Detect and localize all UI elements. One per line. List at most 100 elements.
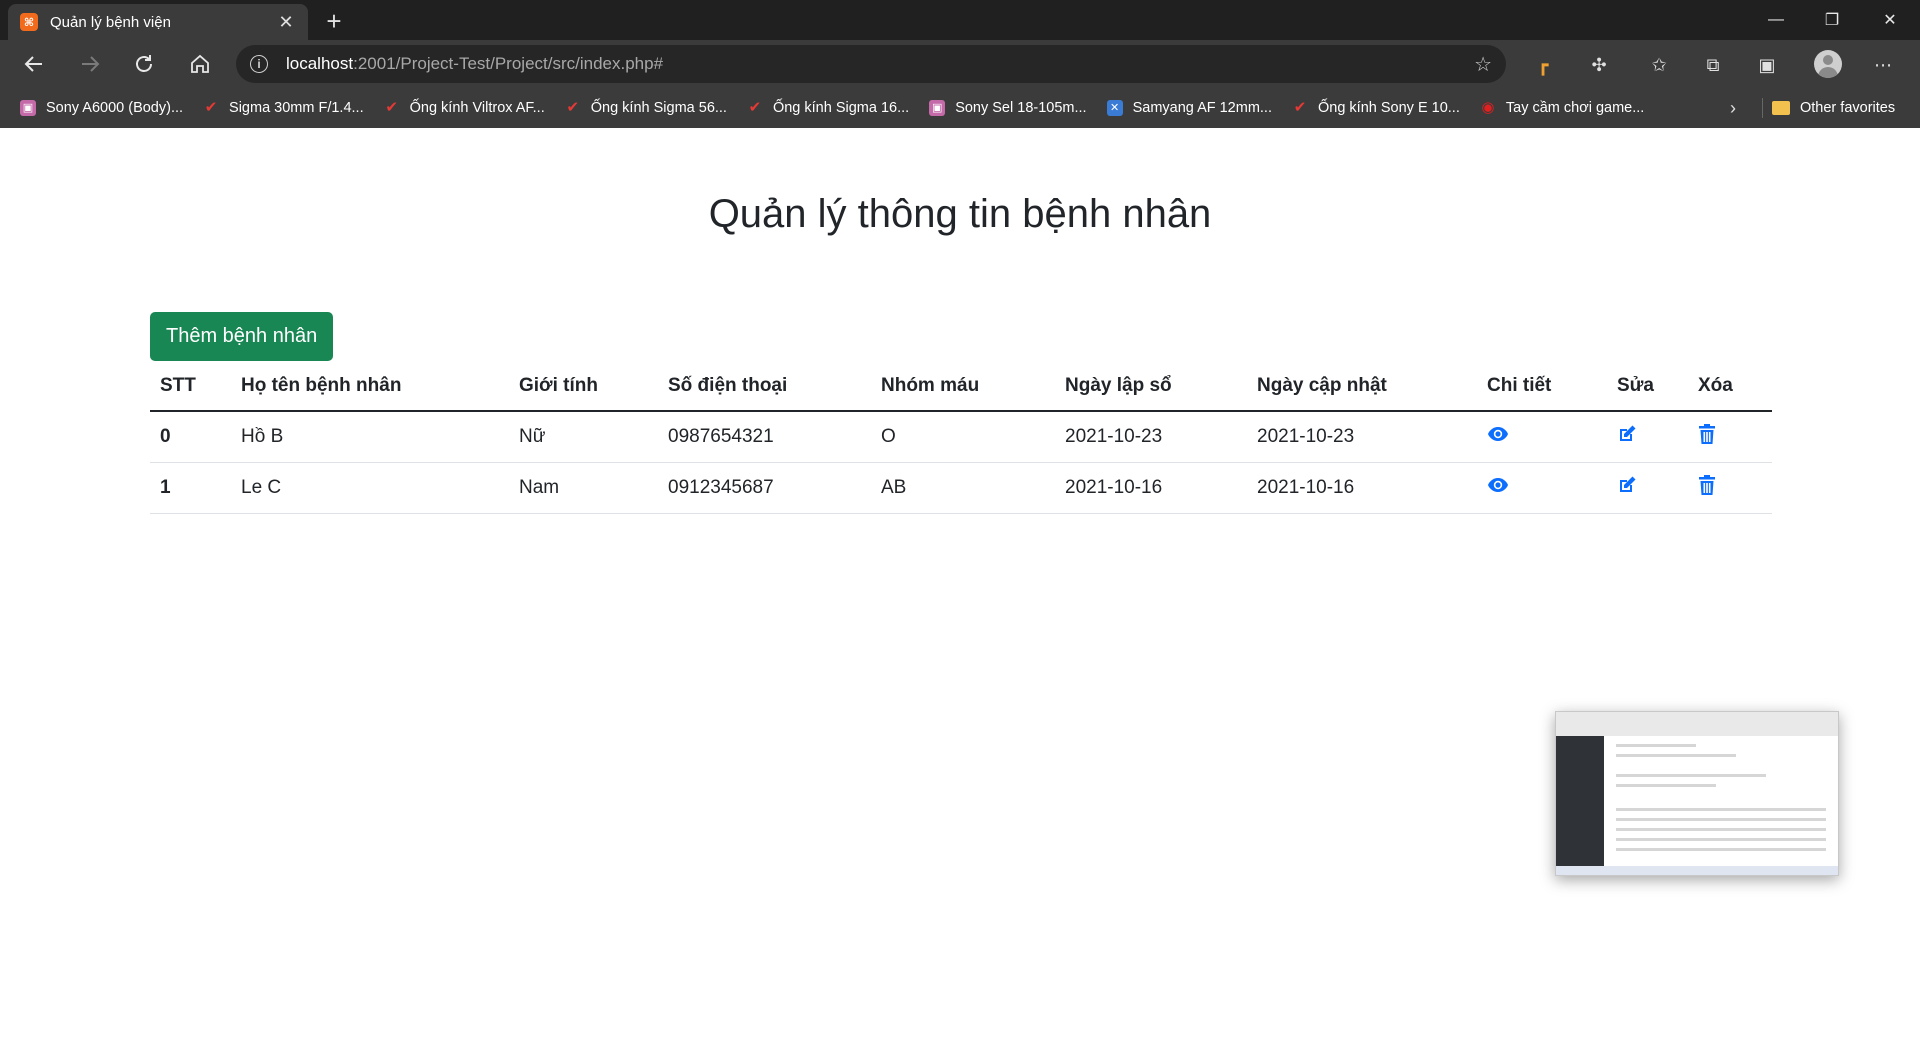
screenshot-thumbnail-preview[interactable]	[1555, 711, 1839, 876]
address-bar[interactable]: i localhost :2001/Project-Test/Project/s…	[236, 45, 1506, 83]
column-header-updated-date: Ngày cập nhật	[1247, 362, 1477, 412]
site-info-icon[interactable]: i	[250, 55, 268, 73]
other-favorites-label: Other favorites	[1800, 100, 1896, 116]
column-header-phone: Số điện thoại	[658, 362, 871, 412]
tab-title: Quản lý bệnh viện	[50, 13, 171, 31]
view-eye-icon[interactable]	[1487, 426, 1509, 442]
bookmark-favicon-icon: ◉	[1481, 99, 1495, 116]
bookmark-label: Ống kính Sigma 16...	[772, 100, 910, 116]
bookmarks-bar: ▣ Sony A6000 (Body)... ✔ Sigma 30mm F/1.4.…	[0, 88, 1920, 128]
bookmark-item[interactable]: ▣ Sony A6000 (Body)...	[20, 100, 183, 116]
bookmarks-overflow-chevron-icon[interactable]: ›	[1730, 88, 1736, 128]
cell-phone: 0912345687	[658, 462, 871, 514]
bookmark-item[interactable]: ✔ Ống kính Sony E 10...	[1292, 99, 1460, 117]
extensions-puzzle-icon[interactable]: ✣	[1586, 52, 1612, 78]
cell-details	[1477, 411, 1607, 463]
cell-stt: 1	[150, 462, 231, 514]
bookmark-label: Ống kính Sony E 10...	[1318, 100, 1460, 116]
cell-created-date: 2021-10-16	[1055, 462, 1247, 514]
thumbnail-line	[1616, 784, 1716, 787]
refresh-icon[interactable]	[126, 48, 162, 80]
forward-arrow-icon[interactable]	[72, 48, 108, 80]
table-row: 1 Le C Nam 0912345687 AB 2021-10-16 2021…	[150, 462, 1772, 514]
column-header-details: Chi tiết	[1477, 362, 1607, 412]
window-minimize-icon[interactable]: —	[1748, 0, 1804, 40]
cell-gender: Nữ	[509, 411, 658, 463]
view-eye-icon[interactable]	[1487, 477, 1509, 493]
thumbnail-sidebar	[1556, 736, 1604, 875]
favorites-icon[interactable]: ✩	[1646, 52, 1672, 78]
home-icon[interactable]	[182, 48, 218, 80]
cell-stt: 0	[150, 411, 231, 463]
bookmark-item[interactable]: ◉ Tay cầm chơi game...	[1480, 99, 1645, 117]
bookmark-favicon-icon: ✕	[1106, 100, 1123, 116]
bookmark-favicon-icon: ▣	[929, 100, 946, 116]
thumbnail-taskbar	[1556, 866, 1838, 875]
bookmark-item[interactable]: ✕ Samyang AF 12mm...	[1106, 100, 1272, 116]
window-restore-icon[interactable]: ❐	[1804, 0, 1860, 40]
edit-pencil-icon[interactable]	[1617, 475, 1637, 495]
thumbnail-browser-bar	[1556, 712, 1838, 736]
other-favorites-folder[interactable]: Other favorites	[1772, 88, 1895, 128]
new-tab-plus-icon[interactable]: +	[318, 6, 350, 38]
thumbnail-line	[1616, 828, 1826, 831]
edit-pencil-icon[interactable]	[1617, 424, 1637, 444]
bookmark-label: Sigma 30mm F/1.4...	[229, 100, 364, 116]
browser-tab-active[interactable]: ⌘ Quản lý bệnh viện ✕	[8, 4, 308, 40]
browser-toolbar: i localhost :2001/Project-Test/Project/s…	[0, 40, 1920, 88]
cell-updated-date: 2021-10-23	[1247, 411, 1477, 463]
extension-orange-icon[interactable]: ┏	[1530, 52, 1556, 78]
cell-edit	[1607, 462, 1688, 514]
cell-name: Hồ B	[231, 411, 509, 463]
column-header-created-date: Ngày lập sổ	[1055, 362, 1247, 412]
profile-avatar[interactable]	[1814, 50, 1842, 78]
thumbnail-line	[1616, 744, 1696, 747]
table-row: 0 Hồ B Nữ 0987654321 O 2021-10-23 2021-1…	[150, 411, 1772, 463]
bookmark-label: Tay cầm chơi game...	[1505, 100, 1645, 116]
bookmark-favicon-icon: ✔	[385, 99, 398, 116]
collections-icon[interactable]: ⧉	[1700, 52, 1726, 78]
browser-titlebar: ⌘ Quản lý bệnh viện ✕ + — ❐ ✕	[0, 0, 1920, 40]
bookmark-item[interactable]: ✔ Sigma 30mm F/1.4...	[203, 99, 364, 117]
more-menu-icon[interactable]: ⋯	[1870, 52, 1896, 78]
cell-delete	[1688, 411, 1772, 463]
tab-close-icon[interactable]: ✕	[276, 12, 296, 33]
delete-trash-icon[interactable]	[1698, 475, 1716, 495]
back-arrow-icon[interactable]	[16, 48, 52, 80]
bookmark-label: Sony Sel 18-105m...	[955, 100, 1087, 116]
thumbnail-line	[1616, 774, 1766, 777]
thumbnail-line	[1616, 754, 1736, 757]
bookmark-label: Ống kính Sigma 56...	[590, 100, 727, 116]
column-header-blood-type: Nhóm máu	[871, 362, 1055, 412]
browser-essentials-icon[interactable]: ▣	[1754, 52, 1780, 78]
add-patient-button[interactable]: Thêm bệnh nhân	[150, 312, 334, 361]
bookmark-favicon-icon: ✔	[566, 99, 580, 116]
cell-blood-type: O	[871, 411, 1055, 463]
bookmark-item[interactable]: ✔ Ống kính Sigma 56...	[565, 99, 727, 117]
patients-table: STT Họ tên bệnh nhân Giới tính Số điện t…	[150, 362, 1772, 514]
address-path: :2001/Project-Test/Project/src/index.php…	[353, 54, 664, 73]
cell-created-date: 2021-10-23	[1055, 411, 1247, 463]
cell-updated-date: 2021-10-16	[1247, 462, 1477, 514]
column-header-edit: Sửa	[1607, 362, 1688, 412]
thumbnail-line	[1616, 838, 1826, 841]
bookmark-item[interactable]: ▣ Sony Sel 18-105m...	[929, 100, 1087, 116]
bookmark-favicon-icon: ✔	[204, 99, 218, 116]
add-favorite-star-icon[interactable]: ☆	[1474, 52, 1492, 77]
bookmark-favicon-icon: ✔	[748, 99, 762, 116]
bookmark-item[interactable]: ✔ Ống kính Viltrox AF...	[384, 99, 544, 117]
bookmark-label: Samyang AF 12mm...	[1132, 100, 1272, 116]
cell-delete	[1688, 462, 1772, 514]
thumbnail-line	[1616, 848, 1826, 851]
cell-gender: Nam	[509, 462, 658, 514]
delete-trash-icon[interactable]	[1698, 424, 1716, 444]
column-header-gender: Giới tính	[509, 362, 658, 412]
address-host: localhost	[286, 54, 354, 73]
folder-icon	[1772, 101, 1790, 115]
bookmark-favicon-icon: ✔	[1293, 99, 1307, 116]
window-close-icon[interactable]: ✕	[1862, 0, 1918, 40]
table-header-row: STT Họ tên bệnh nhân Giới tính Số điện t…	[150, 362, 1772, 412]
bookmark-favicon-icon: ▣	[20, 100, 36, 116]
cell-name: Le C	[231, 462, 509, 514]
bookmark-item[interactable]: ✔ Ống kính Sigma 16...	[747, 99, 910, 117]
